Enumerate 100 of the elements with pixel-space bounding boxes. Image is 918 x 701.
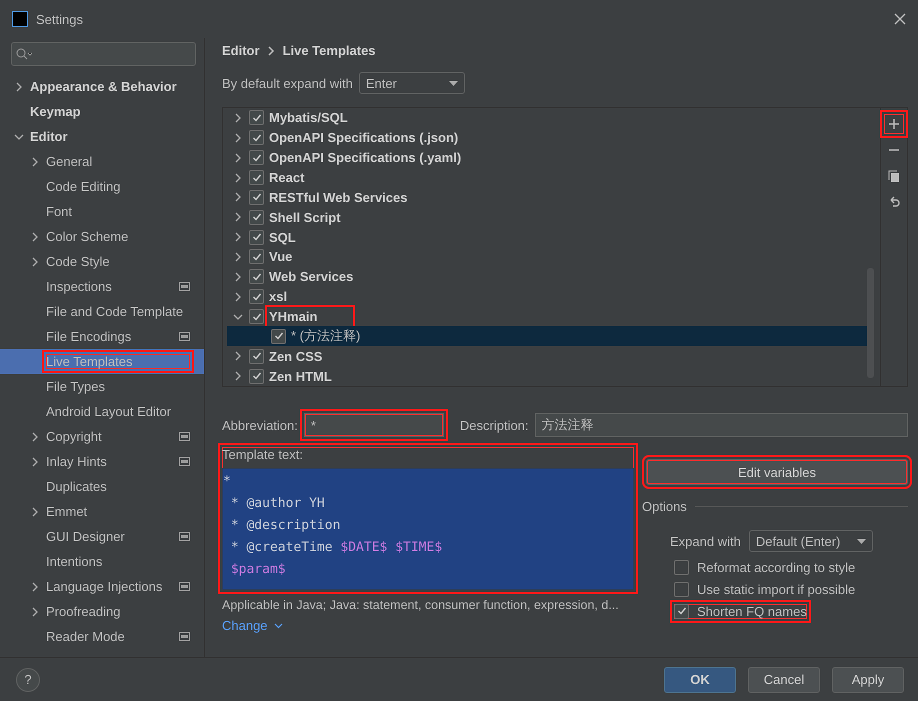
- chevron-right-icon[interactable]: [233, 112, 243, 123]
- chevron-down-icon[interactable]: [14, 132, 24, 142]
- chevron-right-icon[interactable]: [233, 292, 243, 302]
- tree-row[interactable]: Vue: [227, 247, 867, 267]
- chevron-right-icon[interactable]: [30, 256, 40, 266]
- chevron-right-icon[interactable]: [30, 582, 40, 592]
- tree-row[interactable]: YHmain: [227, 306, 867, 326]
- tree-row[interactable]: RESTful Web Services: [227, 187, 867, 208]
- sidebar-item[interactable]: GUI Designer: [0, 524, 204, 549]
- scrollbar[interactable]: [867, 268, 874, 378]
- checkbox[interactable]: [674, 582, 689, 596]
- chevron-right-icon[interactable]: [233, 152, 243, 163]
- chevron-right-icon[interactable]: [233, 252, 243, 262]
- checkbox[interactable]: [271, 328, 286, 344]
- check-icon: [252, 371, 262, 382]
- chevron-down-icon[interactable]: [233, 312, 243, 322]
- tree-row[interactable]: OpenAPI Specifications (.json): [227, 128, 867, 148]
- sidebar-item[interactable]: General: [0, 149, 204, 174]
- tree-row[interactable]: Zen CSS: [227, 346, 867, 366]
- checkbox[interactable]: [249, 289, 264, 304]
- check-icon: [252, 112, 262, 123]
- tree-row[interactable]: Zen HTML: [227, 366, 867, 386]
- tree-row[interactable]: * (方法注释): [227, 326, 867, 346]
- checkbox[interactable]: [249, 170, 264, 185]
- tree-row[interactable]: React: [227, 168, 867, 188]
- sidebar-item[interactable]: Inlay Hints: [0, 449, 204, 474]
- chevron-right-icon[interactable]: [14, 82, 24, 92]
- checkbox[interactable]: [674, 604, 689, 618]
- sidebar-item[interactable]: Emmet: [0, 499, 204, 524]
- checkbox[interactable]: [249, 269, 264, 284]
- checkbox[interactable]: [249, 368, 264, 384]
- chevron-down-icon: [274, 622, 283, 628]
- code-line: $param$: [230, 561, 287, 579]
- template-text-editor[interactable]: * * @author YH * @description * @createTime $DATE$ $TIME$ $param$: [222, 468, 634, 590]
- sidebar-item[interactable]: Intentions: [0, 549, 204, 574]
- checkbox[interactable]: [249, 309, 264, 324]
- template-group-label: Zen HTML: [269, 368, 332, 384]
- dialog-button[interactable]: OK: [664, 666, 736, 692]
- sidebar-item[interactable]: Duplicates: [0, 474, 204, 499]
- dialog-button[interactable]: Cancel: [748, 666, 820, 692]
- description-field[interactable]: 方法注释: [534, 413, 908, 437]
- chevron-right-icon[interactable]: [233, 371, 243, 382]
- change-link[interactable]: Change: [222, 618, 268, 633]
- search-field[interactable]: [11, 42, 196, 66]
- template-group-label: RESTful Web Services: [269, 190, 408, 205]
- tree-row[interactable]: SQL: [227, 227, 867, 248]
- tree-row[interactable]: Shell Script: [227, 207, 867, 228]
- sidebar-item[interactable]: Keymap: [0, 99, 204, 124]
- checkbox[interactable]: [249, 230, 264, 245]
- checkbox[interactable]: [249, 130, 264, 146]
- check-icon: [274, 331, 284, 342]
- sidebar-item[interactable]: Color Scheme: [0, 224, 204, 249]
- checkbox[interactable]: [674, 560, 689, 574]
- sidebar-item[interactable]: File Encodings: [0, 324, 204, 349]
- expand-with-dropdown[interactable]: Default (Enter): [748, 530, 873, 552]
- checkbox[interactable]: [249, 348, 264, 364]
- checkbox-option[interactable]: Use static import if possible: [674, 582, 856, 596]
- checkbox[interactable]: [249, 150, 264, 166]
- checkbox[interactable]: [249, 249, 264, 264]
- check-icon: [252, 192, 262, 202]
- sidebar-item[interactable]: Editor: [0, 124, 204, 149]
- sidebar-item[interactable]: Reader Mode: [0, 624, 204, 649]
- sidebar-item[interactable]: Proofreading: [0, 599, 204, 624]
- chevron-right-icon[interactable]: [30, 506, 40, 516]
- tree-row[interactable]: OpenAPI Specifications (.yaml): [227, 148, 867, 168]
- sidebar-item[interactable]: File and Code Template: [0, 299, 204, 324]
- chevron-right-icon[interactable]: [233, 212, 243, 222]
- chevron-right-icon[interactable]: [233, 272, 243, 282]
- close-icon[interactable]: [894, 13, 906, 25]
- sidebar-item[interactable]: Android Layout Editor: [0, 399, 204, 424]
- tree-row[interactable]: Mybatis/SQL: [227, 108, 867, 128]
- checkbox[interactable]: [249, 110, 264, 126]
- tree-row[interactable]: xsl: [227, 286, 867, 307]
- check-icon: [252, 292, 262, 302]
- sidebar-item[interactable]: Appearance & Behavior: [0, 74, 204, 99]
- chevron-right-icon[interactable]: [30, 606, 40, 616]
- chevron-right-icon[interactable]: [30, 432, 40, 442]
- sidebar-item[interactable]: Language Injections: [0, 574, 204, 599]
- checkbox[interactable]: [249, 190, 264, 205]
- help-button[interactable]: ?: [16, 668, 40, 692]
- check-icon: [252, 272, 262, 282]
- sidebar-item[interactable]: Font: [0, 199, 204, 224]
- chevron-right-icon[interactable]: [233, 132, 243, 143]
- sidebar-item[interactable]: File Types: [0, 374, 204, 399]
- sidebar-item[interactable]: Code Editing: [0, 174, 204, 199]
- chevron-right-icon[interactable]: [30, 232, 40, 242]
- expand-dropdown[interactable]: Enter: [358, 72, 465, 94]
- checkbox[interactable]: [249, 210, 264, 225]
- chevron-right-icon[interactable]: [30, 156, 40, 166]
- sidebar-item[interactable]: Inspections: [0, 274, 204, 299]
- tree-row[interactable]: Web Services: [227, 266, 867, 287]
- sidebar-item[interactable]: Copyright: [0, 424, 204, 449]
- chevron-right-icon[interactable]: [30, 456, 40, 466]
- chevron-right-icon[interactable]: [233, 172, 243, 182]
- checkbox-option[interactable]: Reformat according to style: [674, 560, 856, 574]
- chevron-right-icon[interactable]: [233, 232, 243, 242]
- chevron-right-icon[interactable]: [233, 351, 243, 362]
- dialog-button[interactable]: Apply: [832, 666, 904, 692]
- chevron-right-icon[interactable]: [233, 192, 243, 202]
- sidebar-item[interactable]: Code Style: [0, 249, 204, 274]
